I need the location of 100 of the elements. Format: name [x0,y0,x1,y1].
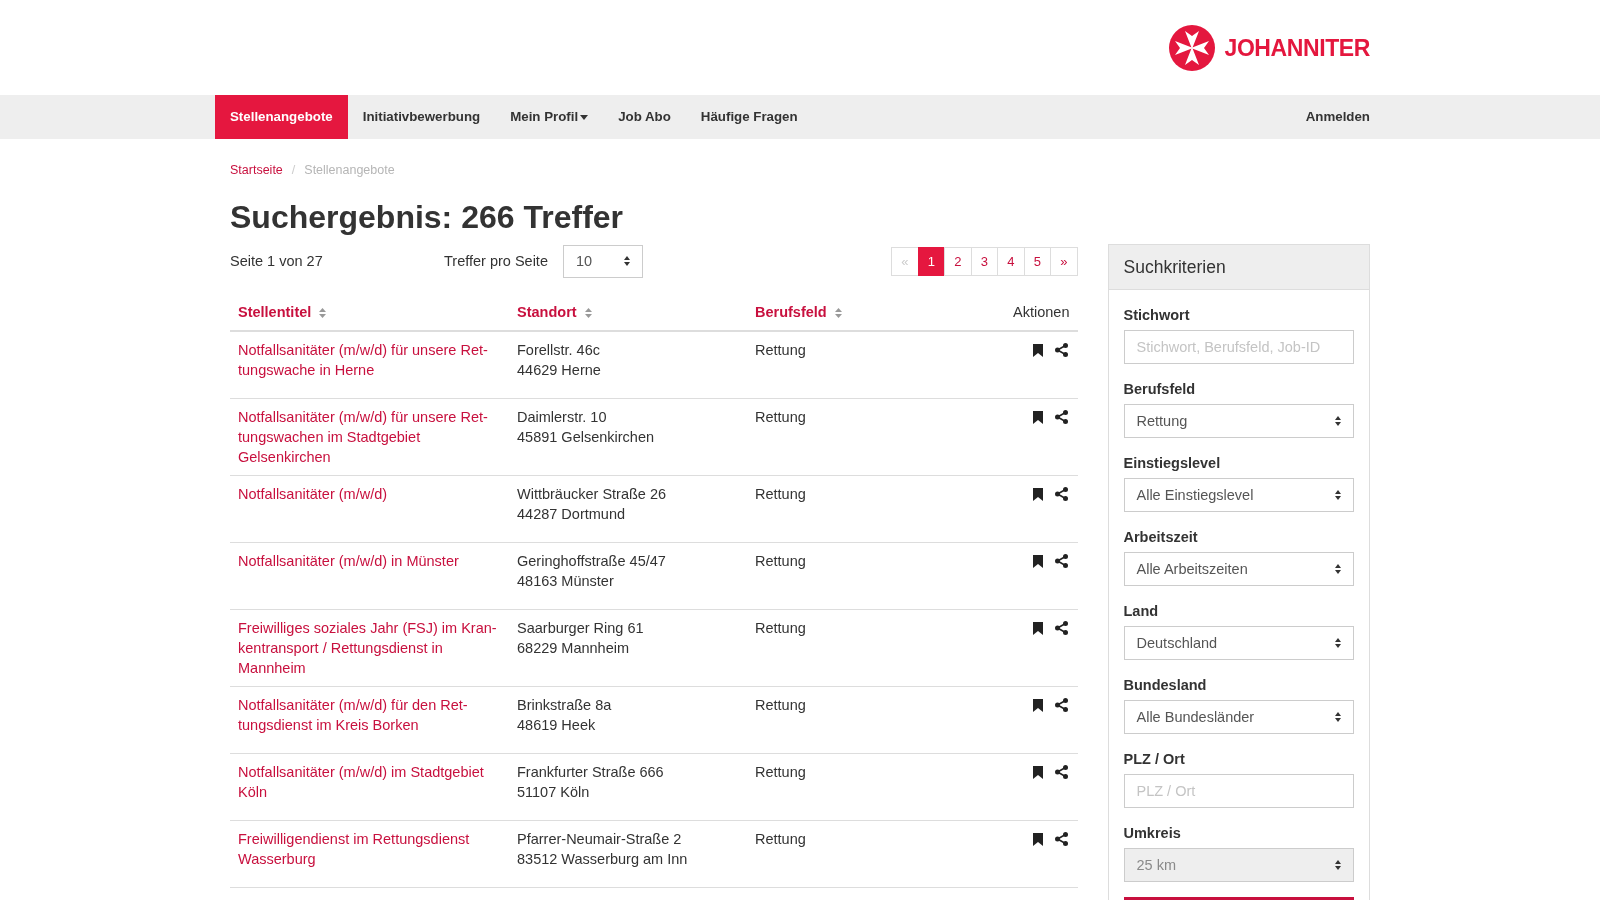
per-page-label: Treffer pro Seite [444,252,548,271]
select-field[interactable]: Alle Arbeitszeiten [1123,552,1354,586]
sort-arrows-icon [1335,416,1341,426]
job-title-link[interactable]: Notfallsanitäter (m/w/d) in Münster [238,551,501,571]
sort-arrows-icon [623,256,630,266]
column-header: Aktionen [1013,304,1070,320]
bookmark-icon[interactable] [1032,765,1043,779]
page-link[interactable]: 3 [970,246,998,276]
field-label: Land [1123,602,1160,621]
bookmark-icon[interactable] [1032,698,1043,712]
city-text: 51107 Köln [517,783,591,802]
job-field-text: Rettung [755,764,806,780]
street-text: Geringhoffstraße 45/47 [517,552,667,571]
city-text: 48619 Heek [517,716,597,735]
share-icon[interactable] [1054,832,1068,846]
page-link[interactable]: 4 [997,246,1025,276]
share-icon[interactable] [1054,410,1068,424]
sort-icon[interactable] [584,308,592,318]
field-label: Bundesland [1123,676,1208,695]
share-icon[interactable] [1054,343,1068,357]
sort-icon[interactable] [319,308,327,318]
street-text: Wittbräucker Straße 26 [517,485,668,504]
nav-link[interactable]: Job Abo [603,95,686,139]
share-icon[interactable] [1054,554,1068,568]
job-title-link[interactable]: Notfallsanitäter (m/w/d) für unsere Ret-tungswachen im Stadtgebiet Gelsenkirchen [238,407,501,467]
street-text: Pfarrer-Neumair-Straße 2 [517,830,683,849]
job-title-link[interactable]: Freiwilligendienst im Rettungsdienst Wasserburg [238,829,501,869]
page-link[interactable]: 2 [944,246,972,276]
sort-icon[interactable] [834,308,842,318]
breadcrumb-current: Stellenangebote [304,162,395,179]
bookmark-icon[interactable] [1032,621,1043,635]
job-field-text: Rettung [755,342,806,358]
sort-arrows-icon [1335,860,1341,870]
page-link[interactable]: 5 [1023,246,1051,276]
nav-link[interactable]: Mein Profil [495,95,604,139]
sort-arrows-icon [1335,490,1341,500]
brand-name: JOHANNITER [1224,33,1370,62]
page-title: Suchergebnis: 266 Treffer [230,198,625,237]
share-icon[interactable] [1054,698,1068,712]
job-title-link[interactable]: Freiwilliges soziales Jahr (FSJ) im Kran-kentransport / Rettungsdienst in Mannheim [238,618,501,678]
column-sort-link[interactable]: Standort [517,304,577,320]
select-field[interactable]: Alle Bundesländer [1123,700,1354,734]
breadcrumb-separator: / [291,162,296,179]
city-text: 68229 Mannheim [517,639,631,658]
login-link[interactable]: Anmelden [1290,95,1385,139]
bookmark-icon[interactable] [1032,343,1043,357]
bookmark-icon[interactable] [1032,832,1043,846]
breadcrumb-link[interactable]: Startseite [230,161,283,179]
cross-emblem-icon [1169,24,1216,71]
field-label: Berufsfeld [1123,380,1197,399]
nav-link[interactable]: Häufige Fragen [685,95,813,139]
page-link[interactable]: 1 [917,246,945,276]
caret-icon[interactable] [580,114,589,120]
page-info: Seite 1 von 27 [230,252,324,271]
street-text: Brinkstraße 8a [517,696,613,715]
share-icon[interactable] [1054,765,1068,779]
job-field-text: Rettung [755,620,806,636]
street-text: Daimlerstr. 10 [517,408,608,427]
nav-link[interactable]: Initiativbewerbung [347,95,496,139]
select-field[interactable]: Rettung [1123,404,1354,438]
job-field-text: Rettung [755,553,806,569]
job-title-link[interactable]: Notfallsanitäter (m/w/d) für unsere Ret-tungswache in Herne [238,340,501,380]
column-sort-link[interactable]: Stellentitel [238,304,312,320]
street-text: Frankfurter Straße 666 [517,763,665,782]
field-label: Umkreis [1123,824,1182,843]
sort-arrows-icon [1335,638,1341,648]
nav-link[interactable]: Stellenangebote [215,95,348,139]
city-text: 48163 Münster [517,572,615,591]
page-link[interactable]: » [1050,246,1078,276]
share-icon[interactable] [1054,621,1068,635]
city-text: 45891 Gelsenkirchen [517,428,656,447]
field-label: Stichwort [1123,306,1191,325]
job-field-text: Rettung [755,831,806,847]
select-field[interactable]: Alle Einstiegslevel [1123,478,1354,512]
panel-title: Suchkriterien [1108,245,1369,290]
share-icon[interactable] [1054,487,1068,501]
city-text: 44287 Dortmund [517,505,626,524]
text-input-field[interactable]: PLZ / Ort [1123,774,1354,808]
street-text: Saarburger Ring 61 [517,619,645,638]
field-label: PLZ / Ort [1123,750,1186,769]
sort-arrows-icon [1335,564,1341,574]
text-input-field[interactable]: Stichwort, Berufsfeld, Job-ID [1123,330,1354,364]
column-sort-link[interactable]: Berufsfeld [755,304,827,320]
job-title-link[interactable]: Notfallsanitäter (m/w/d) im Stadtgebiet Köln [238,762,501,802]
bookmark-icon[interactable] [1032,554,1043,568]
job-title-link[interactable]: Notfallsanitäter (m/w/d) für den Ret-tungsdienst im Kreis Borken [238,695,501,735]
bookmark-icon[interactable] [1032,487,1043,501]
bookmark-icon[interactable] [1032,410,1043,424]
per-page-select[interactable]: 10 [562,244,643,278]
field-label: Arbeitszeit [1123,528,1199,547]
city-text: 44629 Herne [517,361,602,380]
sort-arrows-icon [1335,712,1341,722]
job-field-text: Rettung [755,697,806,713]
job-field-text: Rettung [755,486,806,502]
field-label: Einstiegslevel [1123,454,1222,473]
job-title-link[interactable]: Notfallsanitäter (m/w/d) [238,484,501,504]
job-field-text: Rettung [755,409,806,425]
select-field[interactable]: Deutschland [1123,626,1354,660]
city-text: 83512 Wasserburg am Inn [517,850,689,869]
street-text: Forellstr. 46c [517,341,601,360]
